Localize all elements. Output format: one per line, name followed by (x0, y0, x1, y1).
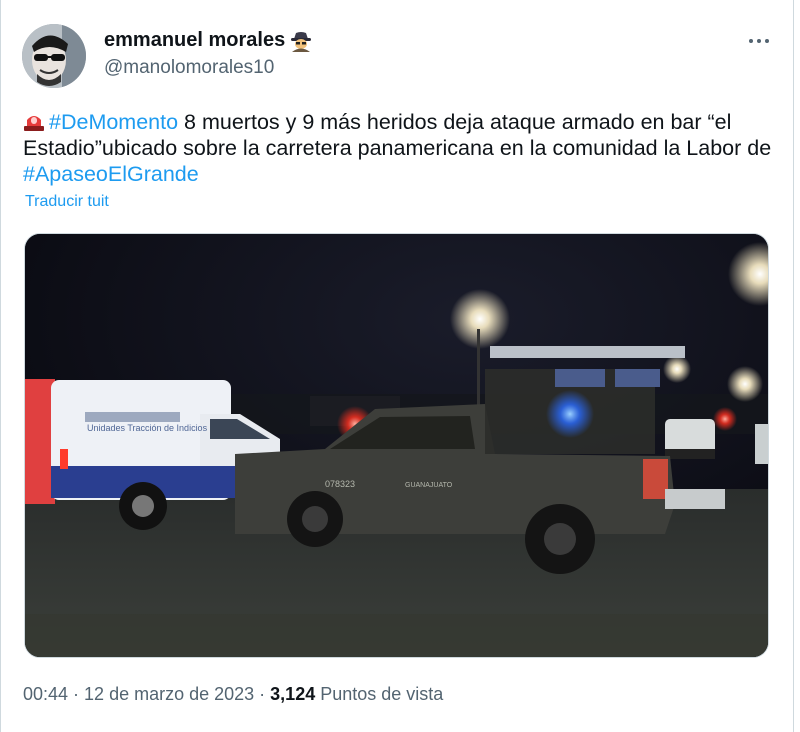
translate-tweet-link[interactable]: Traducir tuit (25, 193, 109, 211)
views-label: Puntos de vista (315, 684, 444, 704)
tweet-text: #DeMomento 8 muertos y 9 más heridos dej… (23, 109, 773, 187)
views-count: 3,124 (270, 684, 316, 704)
tweet-media-image[interactable]: Unidades Tracción de Indicios 078323 GUA… (24, 233, 769, 658)
author-display-name[interactable]: emmanuel morales (104, 29, 285, 52)
hashtag-apaseoelgrande[interactable]: #ApaseoElGrande (23, 162, 199, 186)
tweet-card: emmanuel morales @manolomorales10 #DeMom… (0, 0, 794, 732)
author-name[interactable]: emmanuel morales (104, 29, 313, 52)
truck-brand-label: GUANAJUATO (405, 482, 453, 489)
hashtag-demomento[interactable]: #DeMomento (49, 110, 178, 134)
avatar[interactable] (22, 24, 86, 88)
tweet-time[interactable]: 00:44 (23, 684, 68, 704)
avatar-image (22, 24, 86, 88)
more-options-button[interactable] (745, 30, 773, 52)
night-scene-photo: Unidades Tracción de Indicios 078323 GUA… (25, 234, 768, 657)
tweet-metadata: 00:44 · 12 de marzo de 2023 · 3,124 Punt… (23, 684, 444, 704)
truck-number-label: 078323 (325, 479, 355, 489)
spy-emoji-icon (289, 30, 313, 52)
police-siren-icon (23, 111, 45, 131)
author-handle[interactable]: @manolomorales10 (104, 57, 274, 79)
van-label: Unidades Tracción de Indicios (87, 423, 208, 433)
more-dots-icon (749, 39, 753, 43)
tweet-date[interactable]: 12 de marzo de 2023 (84, 684, 254, 704)
